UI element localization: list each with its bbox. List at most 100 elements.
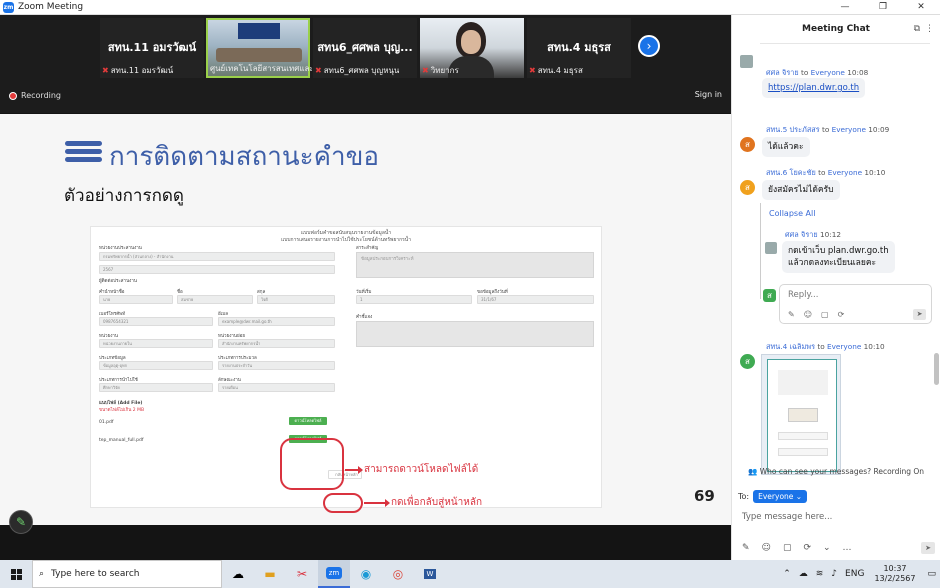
cloud-icon[interactable]: ☁ xyxy=(799,569,808,579)
collapse-all-link[interactable]: Collapse All xyxy=(769,209,815,218)
avatar: ส xyxy=(740,137,755,152)
message-time: 10:08 xyxy=(847,68,869,77)
emoji-icon[interactable]: ☺ xyxy=(762,543,771,553)
file-icon[interactable]: ▢ xyxy=(783,543,792,553)
format-icon[interactable]: ✎ xyxy=(788,310,795,319)
send-icon[interactable]: ➤ xyxy=(921,542,935,554)
window-title: Zoom Meeting xyxy=(18,2,84,12)
windows-start-icon[interactable] xyxy=(0,560,32,588)
notification-icon[interactable]: ▭ xyxy=(927,569,936,579)
form-label: อีเมล xyxy=(218,312,228,317)
avatar: ส xyxy=(740,180,755,195)
form-field: 0987654321 xyxy=(99,317,213,326)
chat-message-input[interactable]: Type message here... xyxy=(742,512,832,522)
message-link[interactable]: https://plan.dwr.go.th xyxy=(762,78,866,98)
lang-label[interactable]: ENG xyxy=(845,569,864,579)
image-attachment[interactable] xyxy=(761,354,841,475)
participant-tile[interactable]: สทน.4 มธุรส ✖ สทน.4 มธุรส xyxy=(527,18,631,78)
recording-bar: Recording Sign in xyxy=(0,83,731,113)
thread-line xyxy=(760,203,761,299)
mic-muted-icon: ✖ xyxy=(422,66,429,75)
edge-icon[interactable]: ◉ xyxy=(350,560,382,588)
participant-tile-video[interactable]: ✖ วิทยากร xyxy=(420,18,524,78)
weather-icon[interactable]: ☁ xyxy=(222,560,254,588)
form-field: 1 xyxy=(356,295,472,304)
recording-indicator[interactable]: Recording xyxy=(9,91,61,100)
participant-label-text: วิทยากร xyxy=(430,66,459,75)
maximize-icon[interactable]: ❐ xyxy=(864,0,902,14)
emoji-icon[interactable]: ☺ xyxy=(804,310,812,319)
image-block xyxy=(778,432,828,440)
image-block xyxy=(788,408,818,422)
form-label: ชื่อ xyxy=(177,290,183,295)
chat-header: Meeting Chat ⧉ ⋮ xyxy=(732,15,940,43)
avatar: ส xyxy=(740,354,755,369)
participant-label-text: สทน.11 อมรวัฒน์ xyxy=(110,66,174,75)
form-label: หน่วยงานประสานงาน xyxy=(99,246,142,251)
system-tray: ⌃ ☁ ≋ ♪ ENG 10:37 13/2/2567 ▭ xyxy=(779,560,940,588)
chat-message-list: ศศล จิราย to Everyone 10:08 https://plan… xyxy=(732,43,932,483)
video-meeting-table xyxy=(216,48,302,62)
message-meta: สทน.6 โยคะชัย to Everyone 10:10 xyxy=(766,168,885,179)
form-label: วันที่เริ่ม xyxy=(356,290,372,295)
who-can-see-notice[interactable]: 👥 Who can see your messages? Recording O… xyxy=(732,467,940,476)
minimize-icon[interactable]: — xyxy=(826,0,864,14)
form-label: คำนำหน้าชื่อ xyxy=(99,290,125,295)
reply-input[interactable]: Reply... ✎ ☺ ▢ ⟳ ➤ xyxy=(779,284,932,324)
form-field: สำนักงานทรัพยากรน้ำ xyxy=(218,339,335,348)
annotation-ring xyxy=(280,438,344,490)
file-icon[interactable]: ▢ xyxy=(821,310,829,319)
snipping-tool-icon[interactable]: ✂ xyxy=(286,560,318,588)
screenshot-icon[interactable]: ⟳ xyxy=(803,543,811,553)
form-label: คำชี้แจง xyxy=(356,315,373,320)
clock-time: 10:37 xyxy=(883,564,907,573)
form-field: 2567 xyxy=(99,265,335,274)
message-meta: สทน.5 ประภัสสร to Everyone 10:09 xyxy=(766,125,889,136)
close-icon[interactable]: ✕ xyxy=(902,0,940,14)
recipient: Everyone xyxy=(827,168,863,177)
chat-title: Meeting Chat xyxy=(802,24,870,34)
chrome-icon[interactable]: ◎ xyxy=(382,560,414,588)
form-field: 31/1/67 xyxy=(477,295,594,304)
participant-tile[interactable]: สทน.11 อมรวัฒน์ ✖ สทน.11 อมรวัฒน์ xyxy=(100,18,204,78)
more-icon[interactable]: … xyxy=(843,543,852,553)
form-label: หน่วยงานย่อย xyxy=(218,334,245,339)
volume-icon[interactable]: ♪ xyxy=(831,569,837,579)
chevron-up-icon[interactable]: ⌃ xyxy=(783,569,791,579)
message-time: 10:10 xyxy=(863,342,885,351)
taskbar-clock[interactable]: 10:37 13/2/2567 xyxy=(874,564,915,584)
sender-name: สทน.4 เฉลิมพร xyxy=(766,342,816,351)
annotate-pen-icon[interactable]: ✎ xyxy=(9,510,33,534)
zoom-logo-icon: zm xyxy=(3,1,14,13)
participant-tile-active-speaker[interactable]: ศูนย์เทคโนโลยีสารสนเทศและการ... xyxy=(206,18,312,78)
sign-in-button[interactable]: Sign in xyxy=(695,90,722,99)
file-explorer-icon[interactable]: ▬ xyxy=(254,560,286,588)
form-field: นาย xyxy=(99,295,173,304)
screenshot-icon[interactable]: ⟳ xyxy=(838,310,845,319)
format-icon[interactable]: ✎ xyxy=(742,543,750,553)
thread-reply-line2: แล้วกดลงทะเบียนเลยคะ xyxy=(788,258,877,268)
recipient: Everyone xyxy=(810,68,845,77)
sender-name: ศศล จิราย xyxy=(766,68,799,77)
popout-icon[interactable]: ⧉ xyxy=(914,15,920,43)
recipient-dropdown[interactable]: Everyone ⌄ xyxy=(753,490,808,503)
participant-tile[interactable]: สทน6_ศศพล บุญ... ✖ สทน6_ศศพล บุญหนุน xyxy=(313,18,417,78)
form-textarea-value: ข้อมูลประกอบการวิเคราะห์ xyxy=(361,257,414,262)
form-label: ประเภทข้อมูล xyxy=(99,356,126,361)
word-icon[interactable]: W xyxy=(414,560,446,588)
more-icon[interactable]: ⋮ xyxy=(925,15,934,43)
record-dot-icon xyxy=(9,91,17,100)
message-meta: ศศล จิราย 10:12 xyxy=(785,230,841,241)
taskbar-search[interactable]: ⌕ Type here to search xyxy=(32,560,222,588)
send-icon[interactable]: ➤ xyxy=(913,309,926,320)
reply-placeholder: Reply... xyxy=(788,290,819,300)
people-icon: 👥 xyxy=(747,467,758,476)
next-arrow-icon[interactable]: › xyxy=(638,35,660,57)
more-options-icon[interactable]: ⌄ xyxy=(823,543,831,553)
form-field: รายเดือน xyxy=(218,383,335,392)
wifi-icon[interactable]: ≋ xyxy=(816,569,824,579)
zoom-icon[interactable]: zm xyxy=(318,560,350,588)
avatar: ส xyxy=(763,289,776,302)
image-block xyxy=(778,448,828,456)
chat-scrollbar[interactable] xyxy=(934,353,939,385)
